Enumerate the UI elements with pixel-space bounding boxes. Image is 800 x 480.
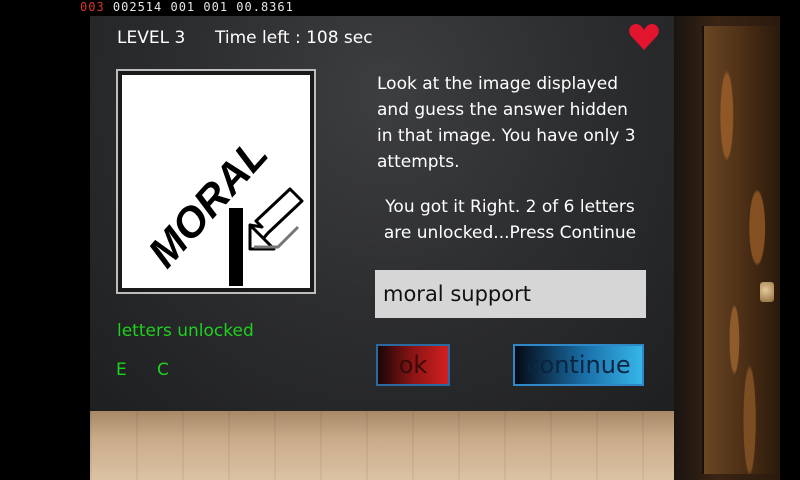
arrow-pointing-left-down-icon bbox=[248, 187, 304, 251]
puzzle-image-content: MORAL bbox=[122, 75, 310, 288]
rebus-word: MORAL bbox=[139, 130, 277, 276]
wooden-door bbox=[702, 26, 780, 474]
heart-icon bbox=[629, 24, 659, 50]
door-knob bbox=[760, 282, 774, 302]
ok-button[interactable]: ok bbox=[376, 344, 450, 386]
continue-button[interactable]: continue bbox=[513, 344, 644, 386]
puzzle-image: MORAL bbox=[116, 69, 316, 294]
answer-input[interactable] bbox=[375, 270, 646, 318]
debug-counter: 003 002514 001 001 00.8361 bbox=[80, 0, 294, 14]
instructions-text: Look at the image displayed and guess th… bbox=[377, 74, 636, 172]
rebus-drawing: MORAL bbox=[139, 130, 304, 286]
debug-values: 002514 001 001 00.8361 bbox=[104, 0, 294, 14]
unlocked-letter: E bbox=[116, 360, 127, 380]
rebus-pillar bbox=[229, 208, 243, 286]
letters-unlocked-label: letters unlocked bbox=[117, 321, 254, 341]
result-message: You got it Right. 2 of 6 letters are unl… bbox=[383, 197, 637, 243]
unlocked-letter: C bbox=[157, 360, 169, 380]
debug-prefix: 003 bbox=[80, 0, 105, 14]
level-label: LEVEL 3 bbox=[117, 28, 186, 48]
time-left-label: Time left : 108 sec bbox=[215, 28, 373, 48]
